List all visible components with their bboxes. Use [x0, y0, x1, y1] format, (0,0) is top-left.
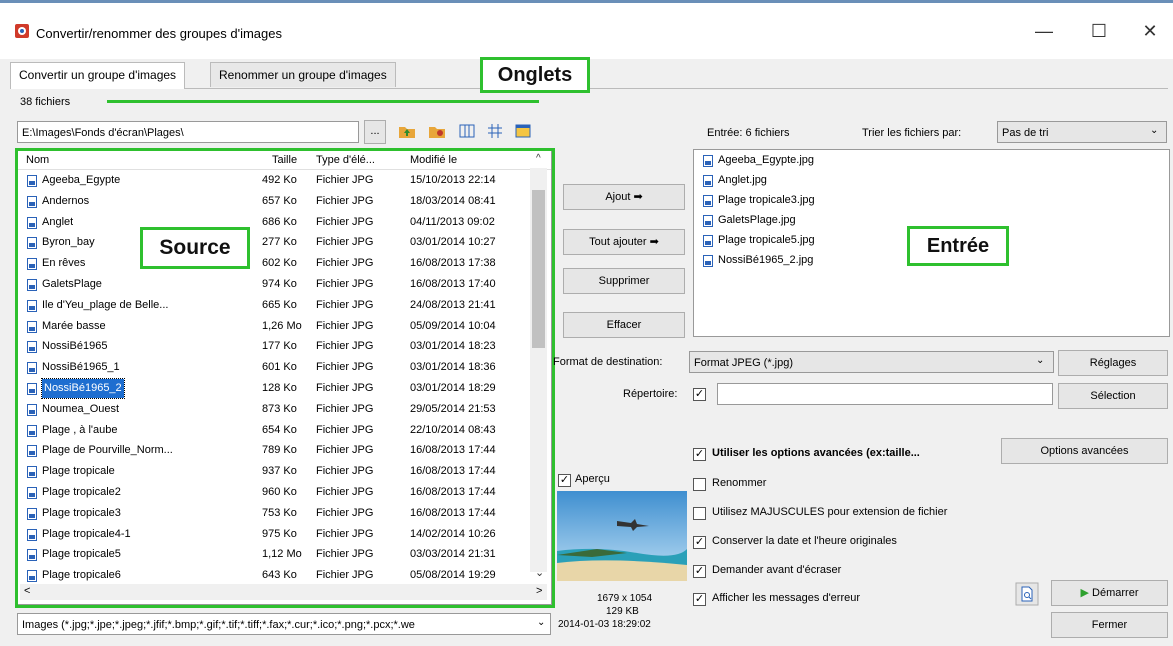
- preview-date: 2014-01-03 18:29:02: [558, 619, 651, 630]
- jpg-file-icon: [703, 155, 713, 167]
- tab-strip: Convertir un groupe d'images Renommer un…: [10, 62, 1170, 89]
- preview-dimensions: 1679 x 1054: [597, 593, 653, 604]
- start-button-label: Démarrer: [1092, 587, 1139, 599]
- entry-file-name: NossiBé1965_2.jpg: [718, 254, 814, 266]
- title-bar: Convertir/renommer des groupes d'images …: [0, 0, 1173, 59]
- ask-overwrite-checkbox[interactable]: ✓: [693, 565, 706, 578]
- app-window: Convertir/renommer des groupes d'images …: [0, 0, 1173, 646]
- add-button[interactable]: Ajout ➡: [563, 184, 685, 210]
- file-count-underline: [107, 100, 539, 103]
- sort-dropdown-icon[interactable]: ⌄: [1150, 125, 1158, 136]
- sort-select-value: Pas de tri: [1002, 127, 1049, 139]
- callout-source: Source: [140, 227, 250, 269]
- advanced-options-checkbox[interactable]: ✓: [693, 448, 706, 461]
- directory-label: Répertoire:: [623, 388, 678, 400]
- tab-rename[interactable]: Renommer un groupe d'images: [210, 62, 396, 87]
- start-button[interactable]: ▶ Démarrer: [1051, 580, 1168, 606]
- entry-file-name: GaletsPlage.jpg: [718, 214, 796, 226]
- entry-file-name: Plage tropicale5.jpg: [718, 234, 815, 246]
- format-select[interactable]: Format JPEG (*.jpg): [689, 351, 1054, 373]
- advanced-options-label: Utiliser les options avancées (ex:taille…: [712, 447, 920, 459]
- jpg-file-icon: [703, 195, 713, 207]
- source-path-field[interactable]: E:\Images\Fonds d'écran\Plages\: [17, 121, 359, 143]
- format-label: Format de destination:: [553, 356, 663, 368]
- close-button[interactable]: Fermer: [1051, 612, 1168, 638]
- jpg-file-icon: [703, 215, 713, 227]
- preview-label: Aperçu: [575, 473, 610, 485]
- keep-date-checkbox[interactable]: ✓: [693, 536, 706, 549]
- file-filter-select[interactable]: Images (*.jpg;*.jpe;*.jpeg;*.jfif;*.bmp;…: [17, 613, 551, 635]
- format-dropdown-icon[interactable]: ⌄: [1036, 355, 1044, 366]
- maximize-button[interactable]: ☐: [1085, 19, 1113, 43]
- app-icon: [15, 24, 29, 38]
- add-all-button[interactable]: Tout ajouter ➡: [563, 229, 685, 255]
- show-errors-label: Afficher les messages d'erreur: [712, 592, 861, 604]
- list-item[interactable]: Plage tropicale3.jpg: [696, 191, 996, 210]
- browse-button[interactable]: ...: [364, 120, 386, 144]
- rename-checkbox[interactable]: [693, 478, 706, 491]
- callout-entry: Entrée: [907, 226, 1009, 266]
- new-folder-icon[interactable]: [428, 122, 446, 140]
- list-item[interactable]: Ageeba_Egypte.jpg: [696, 151, 996, 170]
- jpg-file-icon: [703, 235, 713, 247]
- play-icon: ▶: [1080, 587, 1089, 599]
- parent-folder-icon[interactable]: [398, 122, 416, 140]
- filter-dropdown-icon[interactable]: ⌄: [537, 617, 546, 628]
- directory-field[interactable]: [717, 383, 1053, 405]
- minimize-button[interactable]: —: [1030, 19, 1058, 43]
- uppercase-label: Utilisez MAJUSCULES pour extension de fi…: [712, 506, 948, 518]
- show-errors-checkbox[interactable]: ✓: [693, 593, 706, 606]
- entry-file-name: Plage tropicale3.jpg: [718, 194, 815, 206]
- directory-checkbox[interactable]: ✓: [693, 388, 706, 401]
- sort-label: Trier les fichiers par:: [862, 127, 962, 139]
- callout-tabs: Onglets: [480, 57, 590, 93]
- view-details-icon[interactable]: [514, 122, 532, 140]
- source-highlight-frame: [15, 148, 555, 608]
- settings-button[interactable]: Réglages: [1058, 350, 1168, 376]
- entry-file-name: Ageeba_Egypte.jpg: [718, 154, 815, 166]
- file-count: 38 fichiers: [20, 96, 71, 108]
- entry-count-label: Entrée: 6 fichiers: [707, 127, 790, 139]
- sort-select[interactable]: Pas de tri: [997, 121, 1167, 143]
- preview-image: [557, 491, 687, 581]
- entry-file-name: Anglet.jpg: [718, 174, 767, 186]
- preview-size: 129 KB: [606, 606, 639, 617]
- preview-checkbox[interactable]: ✓: [558, 474, 571, 487]
- clear-button[interactable]: Effacer: [563, 312, 685, 338]
- uppercase-checkbox[interactable]: [693, 507, 706, 520]
- select-directory-button[interactable]: Sélection: [1058, 383, 1168, 409]
- tab-convert[interactable]: Convertir un groupe d'images: [10, 62, 186, 89]
- preview-search-icon[interactable]: [1015, 582, 1039, 606]
- advanced-options-button[interactable]: Options avancées: [1001, 438, 1168, 464]
- close-window-button[interactable]: ✕: [1136, 19, 1164, 43]
- list-item[interactable]: Anglet.jpg: [696, 171, 996, 190]
- format-select-value: Format JPEG (*.jpg): [694, 357, 794, 369]
- jpg-file-icon: [703, 175, 713, 187]
- remove-button[interactable]: Supprimer: [563, 268, 685, 294]
- view-grid-icon[interactable]: [486, 122, 504, 140]
- rename-label: Renommer: [712, 477, 767, 489]
- view-columns-icon[interactable]: [458, 122, 476, 140]
- jpg-file-icon: [703, 255, 713, 267]
- keep-date-label: Conserver la date et l'heure originales: [712, 535, 897, 547]
- file-filter-value: Images (*.jpg;*.jpe;*.jpeg;*.jfif;*.bmp;…: [22, 619, 415, 631]
- window-title: Convertir/renommer des groupes d'images: [36, 26, 282, 41]
- ask-overwrite-label: Demander avant d'écraser: [712, 564, 842, 576]
